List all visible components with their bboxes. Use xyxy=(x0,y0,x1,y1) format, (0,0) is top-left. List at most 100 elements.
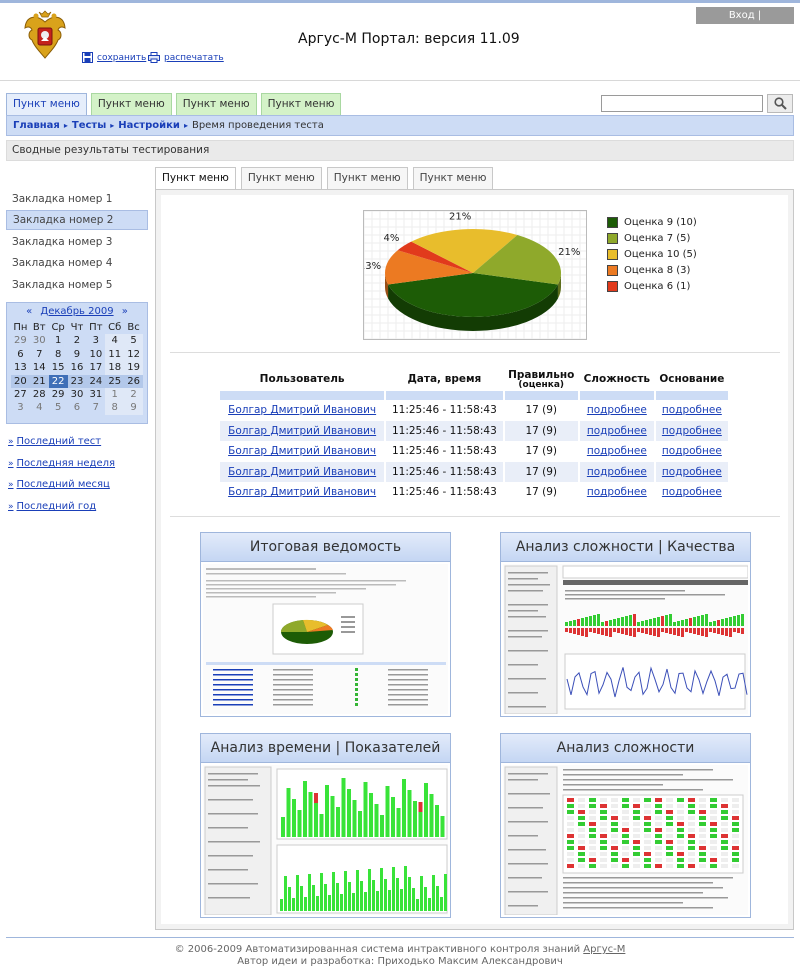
menu-tab-2[interactable]: Пункт меню xyxy=(90,93,172,115)
menu-tab-4[interactable]: Пункт меню xyxy=(260,93,342,115)
calendar-day[interactable]: 24 xyxy=(86,374,106,388)
calendar-day[interactable]: 29 xyxy=(49,388,68,401)
calendar-day[interactable]: 4 xyxy=(30,401,49,414)
calendar-day[interactable]: 15 xyxy=(49,361,68,374)
calendar-day[interactable]: 30 xyxy=(68,388,87,401)
calendar-day[interactable]: 31 xyxy=(86,388,105,401)
report-card-time-indicators[interactable]: Анализ времени | Показателей xyxy=(200,733,451,918)
datetime-cell: 11:25:46 - 11:58:43 xyxy=(391,404,497,417)
pie-value-label: 4% xyxy=(383,233,399,244)
report-card-complexity-quality[interactable]: Анализ сложности | Качества вопрсов xyxy=(500,532,751,717)
calendar-day[interactable]: 6 xyxy=(11,348,30,361)
calendar-day[interactable]: 18 xyxy=(105,361,125,375)
calendar-day[interactable]: 21 xyxy=(29,374,49,388)
calendar-day[interactable]: 7 xyxy=(30,348,49,361)
calendar-day[interactable]: 16 xyxy=(68,361,87,374)
calendar-day[interactable]: 9 xyxy=(68,348,87,361)
login-register-box: Вход | Регистрация xyxy=(696,7,794,38)
calendar-day[interactable]: 3 xyxy=(86,334,105,347)
calendar-day[interactable]: 8 xyxy=(49,348,68,361)
complexity-link[interactable]: подробнее xyxy=(587,486,647,498)
content-tab-3[interactable]: Пункт меню xyxy=(326,167,408,189)
complexity-link[interactable]: подробнее xyxy=(587,404,647,416)
menu-tab-3[interactable]: Пункт меню xyxy=(175,93,257,115)
calendar-day[interactable]: 8 xyxy=(105,401,125,415)
legend-item: Оценка 6 (1) xyxy=(607,278,697,294)
calendar-day[interactable]: 17 xyxy=(86,361,105,374)
register-link[interactable]: Регистрация xyxy=(711,27,778,38)
calendar-day[interactable]: 11 xyxy=(105,347,125,362)
card-title: Анализ сложности | Качества вопрсов xyxy=(501,533,750,584)
complexity-link[interactable]: подробнее xyxy=(587,445,647,457)
calendar-day[interactable]: 9 xyxy=(124,401,143,415)
calendar-day[interactable]: 14 xyxy=(30,361,49,374)
save-button[interactable]: сохранить xyxy=(82,52,146,63)
user-link[interactable]: Болгар Дмитрий Иванович xyxy=(228,425,376,437)
basis-link[interactable]: подробнее xyxy=(662,466,722,478)
sidebar-item-5[interactable]: Закладка номер 5 xyxy=(6,275,148,295)
calendar-day[interactable]: 19 xyxy=(124,361,143,375)
calendar-prev-button[interactable]: « xyxy=(26,306,32,317)
basis-link[interactable]: подробнее xyxy=(662,404,722,416)
breadcrumb-settings[interactable]: Настройки xyxy=(118,120,180,131)
calendar-day[interactable]: 6 xyxy=(68,401,87,414)
legend-item: Оценка 10 (5) xyxy=(607,246,697,262)
calendar-day[interactable]: 1 xyxy=(49,334,68,347)
calendar-day[interactable]: 7 xyxy=(86,401,105,414)
user-link[interactable]: Болгар Дмитрий Иванович xyxy=(228,486,376,498)
report-card-summary[interactable]: Итоговая ведомость xyxy=(200,532,451,717)
content-tab-4[interactable]: Пункт меню xyxy=(412,167,494,189)
calendar-day[interactable]: 5 xyxy=(49,401,68,414)
user-link[interactable]: Болгар Дмитрий Иванович xyxy=(228,445,376,457)
user-link[interactable]: Болгар Дмитрий Иванович xyxy=(228,466,376,478)
complexity-link[interactable]: подробнее xyxy=(587,466,647,478)
breadcrumb-home[interactable]: Главная xyxy=(13,120,60,131)
calendar-day[interactable]: 2 xyxy=(68,334,87,347)
calendar-day[interactable]: 13 xyxy=(11,361,30,374)
complexity-link[interactable]: подробнее xyxy=(587,425,647,437)
complexity-quality-thumbnail xyxy=(503,564,748,714)
breadcrumb-tests[interactable]: Тесты xyxy=(72,120,106,131)
calendar-next-button[interactable]: » xyxy=(122,306,128,317)
search-button[interactable] xyxy=(767,94,793,113)
quick-link-last-month[interactable]: » Последний месяц xyxy=(8,479,110,490)
sidebar-item-3[interactable]: Закладка номер 3 xyxy=(6,232,148,252)
calendar-day[interactable]: 5 xyxy=(124,334,143,348)
content-tab-1[interactable]: Пункт меню xyxy=(155,167,236,189)
sidebar-item-2[interactable]: Закладка номер 2 xyxy=(6,210,148,230)
basis-link[interactable]: подробнее xyxy=(662,445,722,457)
search-input[interactable] xyxy=(601,95,763,112)
print-button[interactable]: распечатать xyxy=(148,52,224,63)
calendar-day[interactable]: 1 xyxy=(105,387,125,402)
calendar-day[interactable]: 20 xyxy=(11,374,30,388)
calendar-day[interactable]: 25 xyxy=(105,374,125,388)
calendar-day[interactable]: 26 xyxy=(124,374,143,388)
calendar-day[interactable]: 10 xyxy=(86,348,105,361)
calendar-day[interactable]: 22 xyxy=(48,374,68,388)
page-title: Сводные результаты тестирования xyxy=(6,140,794,161)
calendar-day[interactable]: 28 xyxy=(30,388,49,401)
basis-link[interactable]: подробнее xyxy=(662,486,722,498)
calendar-day[interactable]: 27 xyxy=(11,388,30,401)
quick-link-last-test[interactable]: » Последний тест xyxy=(8,436,101,447)
footer-argus-link[interactable]: Аргус-М xyxy=(583,944,625,955)
calendar-day[interactable]: 30 xyxy=(30,334,49,347)
table-cell: подробнее xyxy=(656,441,728,462)
report-card-complexity[interactable]: Анализ сложности xyxy=(500,733,751,918)
basis-link[interactable]: подробнее xyxy=(662,425,722,437)
calendar-day[interactable]: 3 xyxy=(11,401,30,414)
user-link[interactable]: Болгар Дмитрий Иванович xyxy=(228,404,376,416)
calendar-day[interactable]: 2 xyxy=(124,387,143,402)
quick-link-last-week[interactable]: » Последняя неделя xyxy=(8,458,115,469)
calendar: « Декабрь 2009 » Пн Вт Ср Чт Пт Сб Вс 29 30 1 2 3 4 5… xyxy=(6,302,148,424)
content-tab-2[interactable]: Пункт меню xyxy=(240,167,322,189)
calendar-day[interactable]: 23 xyxy=(67,374,87,388)
menu-tab-1[interactable]: Пункт меню xyxy=(6,93,87,115)
calendar-day[interactable]: 12 xyxy=(124,347,143,362)
login-link[interactable]: Вход xyxy=(729,10,755,21)
calendar-day[interactable]: 4 xyxy=(105,334,125,348)
calendar-day[interactable]: 29 xyxy=(11,334,30,347)
sidebar-item-1[interactable]: Закладка номер 1 xyxy=(6,189,148,209)
sidebar-item-4[interactable]: Закладка номер 4 xyxy=(6,253,148,273)
quick-link-last-year[interactable]: » Последний год xyxy=(8,501,96,512)
